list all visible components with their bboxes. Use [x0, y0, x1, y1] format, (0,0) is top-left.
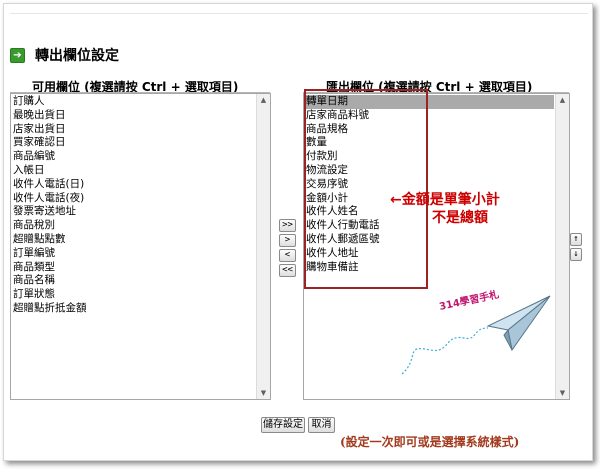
move-down-button[interactable]: ↓ — [570, 248, 582, 261]
scroll-up-icon[interactable]: ▲ — [257, 94, 270, 106]
available-field-option[interactable]: 買家確認日 — [12, 136, 255, 150]
annotation-line1: ←金額是單筆小計 — [390, 192, 500, 208]
available-field-option[interactable]: 收件人電話(日) — [12, 178, 255, 192]
annotation-line2: 不是總額 — [432, 210, 488, 226]
available-fields-listbox[interactable]: 訂購人 最晚出貨日 店家出貨日 買家確認日 商品編號 入帳日 收件人電話(日) 收件人電話(夜… — [10, 93, 271, 400]
scroll-up-icon[interactable]: ▲ — [556, 94, 569, 106]
move-up-button[interactable]: ↑ — [570, 233, 582, 246]
top-divider — [10, 13, 588, 14]
scroll-down-icon[interactable]: ▼ — [257, 387, 270, 399]
available-field-option[interactable]: 商品稅別 — [12, 219, 255, 233]
left-scrollbar[interactable]: ▲ ▼ — [256, 94, 270, 399]
available-field-option[interactable]: 訂單狀態 — [12, 288, 255, 302]
plane-label: 314學習手札 — [438, 288, 500, 313]
remove-button[interactable]: < — [279, 249, 296, 262]
paper-plane-illustration: 314學習手札 — [401, 288, 551, 375]
save-settings-button[interactable]: 儲存設定 — [261, 417, 305, 433]
remove-all-button[interactable]: << — [279, 264, 296, 277]
available-field-option[interactable]: 最晚出貨日 — [12, 109, 255, 123]
available-field-option[interactable]: 收件人電話(夜) — [12, 192, 255, 206]
available-field-option[interactable]: 商品名稱 — [12, 274, 255, 288]
cancel-button[interactable]: 取消 — [308, 417, 335, 433]
available-field-option[interactable]: 發票寄送地址 — [12, 205, 255, 219]
available-field-option[interactable]: 訂單編號 — [12, 247, 255, 261]
available-field-option[interactable]: 訂購人 — [12, 95, 255, 109]
available-field-option[interactable]: 店家出貨日 — [12, 123, 255, 137]
section-header: ➔ 轉出欄位設定 — [10, 46, 119, 64]
available-field-option[interactable]: 入帳日 — [12, 164, 255, 178]
section-title: 轉出欄位設定 — [35, 48, 119, 64]
available-field-option[interactable]: 超贈點折抵金額 — [12, 302, 255, 316]
add-all-button[interactable]: >> — [279, 219, 296, 232]
add-button[interactable]: > — [279, 234, 296, 247]
settings-note: (設定一次即可或是選擇系統樣式) — [340, 435, 520, 449]
available-field-option[interactable]: 超贈點點數 — [12, 233, 255, 247]
scroll-down-icon[interactable]: ▼ — [556, 387, 569, 399]
arrow-right-icon: ➔ — [10, 47, 25, 63]
available-field-option[interactable]: 商品類型 — [12, 261, 255, 275]
available-field-option[interactable]: 商品編號 — [12, 150, 255, 164]
